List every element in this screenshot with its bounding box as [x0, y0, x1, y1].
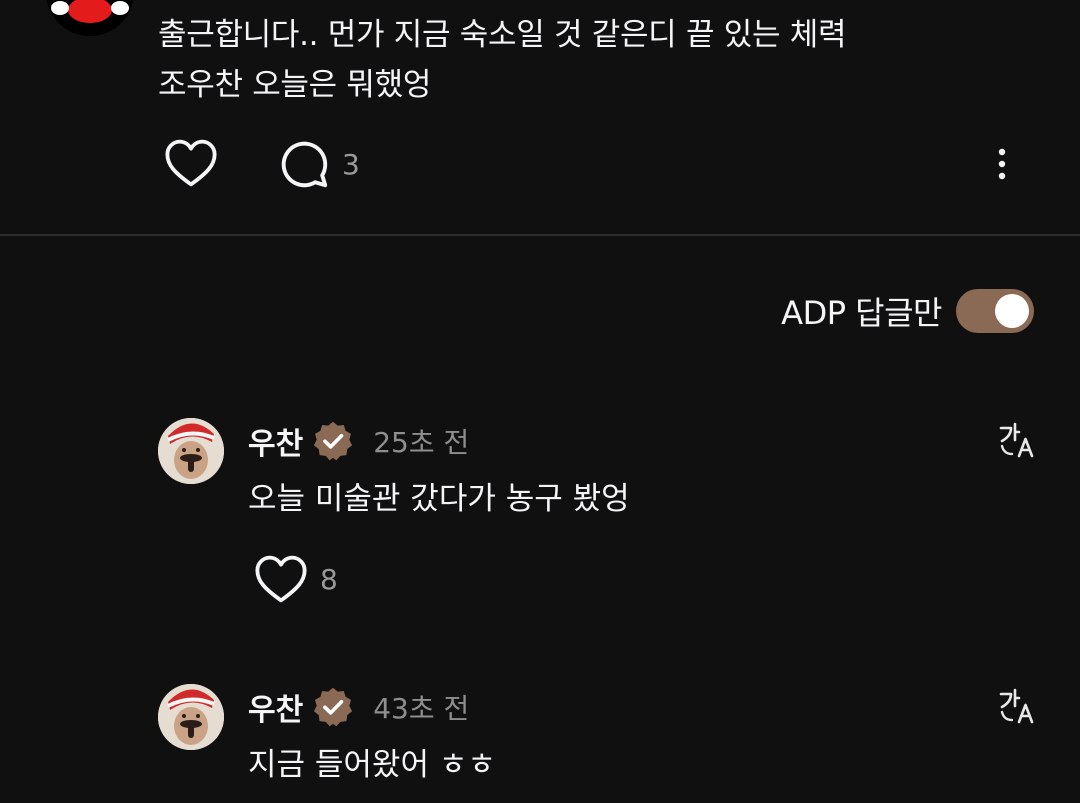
section-divider [0, 234, 1080, 236]
translate-icon [999, 422, 1034, 458]
filter-toggle[interactable] [956, 289, 1034, 333]
post-text-line: 조우찬 오늘은 뭐했엉 [158, 67, 432, 103]
post-action-bar: 3 [160, 138, 1040, 192]
reply-like-button[interactable]: 8 [254, 554, 338, 604]
comment-icon [281, 141, 328, 188]
reply-header: 우찬 25초 전 [248, 418, 469, 464]
more-vertical-icon [998, 148, 1006, 180]
post-text-line: 출근합니다.. 먼가 지금 숙소일 것 같은디 끝 있는 체력 [158, 17, 847, 53]
reply-button[interactable]: 3 [278, 138, 360, 190]
reply-text: 지금 들어왔어 ㅎㅎ [248, 747, 496, 783]
reply-author-avatar[interactable] [158, 684, 224, 750]
translate-icon [999, 688, 1034, 724]
reply-author-name[interactable]: 우찬 [248, 685, 303, 729]
reply-text: 오늘 미술관 갔다가 농구 봤엉 [248, 481, 630, 517]
toggle-knob [995, 294, 1029, 328]
reply-header: 우찬 43초 전 [248, 684, 469, 730]
reply-timestamp: 25초 전 [373, 426, 470, 459]
author-replies-filter: ADP 답글만 [781, 288, 1034, 334]
verified-badge-icon [311, 685, 355, 729]
heart-icon [165, 139, 217, 187]
more-options-button[interactable] [996, 146, 1008, 182]
reply-author-avatar[interactable] [158, 418, 224, 484]
translate-button[interactable] [996, 420, 1036, 464]
filter-label: ADP 답글만 [781, 294, 942, 332]
heart-icon [255, 555, 307, 603]
like-button[interactable] [164, 138, 218, 188]
reply-count: 3 [342, 147, 360, 181]
post-body: 출근합니다.. 먼가 지금 숙소일 것 같은디 끝 있는 체력 조우찬 오늘은 … [158, 10, 1038, 110]
like-count: 8 [320, 562, 338, 596]
reply-timestamp: 43초 전 [373, 692, 470, 725]
avatar-image [158, 418, 224, 484]
reply-item: 우찬 43초 전 지금 들어왔어 ㅎㅎ [158, 684, 1038, 803]
reply-author-name[interactable]: 우찬 [248, 419, 303, 463]
reply-item: 우찬 25초 전 오늘 미술관 갔다가 농구 봤엉 8 [158, 418, 1038, 608]
avatar-image [158, 684, 224, 750]
post-author-avatar[interactable] [46, 0, 134, 36]
avatar-image [46, 0, 134, 36]
verified-badge-icon [311, 419, 355, 463]
translate-button[interactable] [996, 686, 1036, 730]
